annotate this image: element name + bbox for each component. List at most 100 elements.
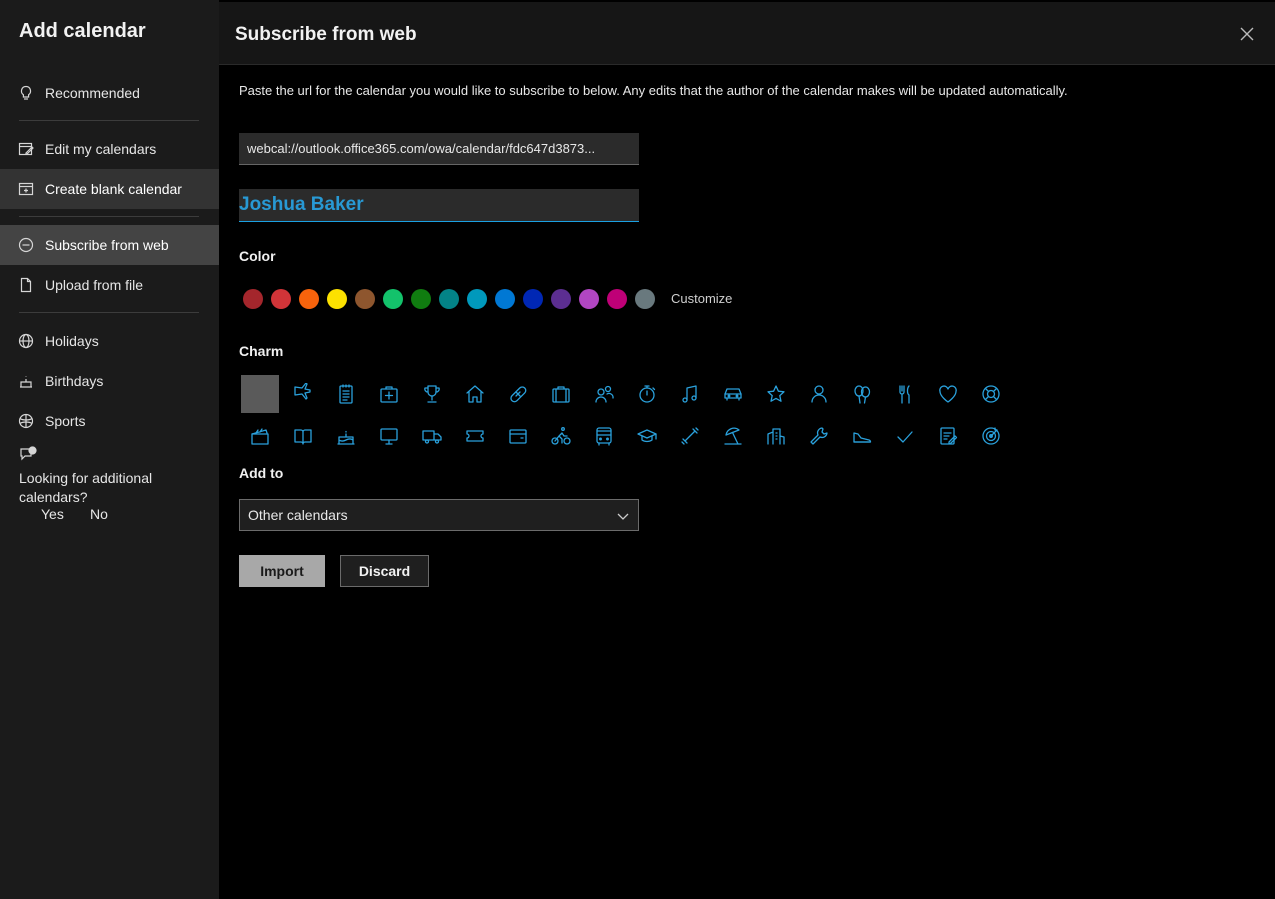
color-swatch[interactable] (411, 289, 431, 309)
charm-cyclist-icon[interactable] (542, 417, 580, 455)
color-swatch[interactable] (551, 289, 571, 309)
charm-balloons-icon[interactable] (843, 375, 881, 413)
color-swatch[interactable] (467, 289, 487, 309)
charm-bus-icon[interactable] (585, 417, 623, 455)
book-icon (294, 429, 312, 445)
charm-person-icon[interactable] (800, 375, 838, 413)
close-icon (1240, 27, 1254, 41)
file-icon (18, 277, 34, 293)
sidebar-item-upload-from-file[interactable]: Upload from file (0, 265, 219, 305)
graduation-cap-icon (637, 429, 657, 443)
lightbulb-icon (18, 85, 34, 101)
ball-icon (18, 413, 34, 429)
bus-icon (596, 427, 612, 446)
add-to-dropdown[interactable]: Other calendars (239, 499, 639, 531)
sidebar-item-label: Sports (45, 413, 86, 429)
charm-label: Charm (239, 343, 284, 359)
discard-button[interactable]: Discard (340, 555, 429, 587)
charm-checkmark-icon[interactable] (886, 417, 924, 455)
charm-clapperboard-icon[interactable] (241, 417, 279, 455)
charm-people-icon[interactable] (585, 375, 623, 413)
charm-star-icon[interactable] (757, 375, 795, 413)
import-button[interactable]: Import (239, 555, 325, 587)
color-swatch[interactable] (607, 289, 627, 309)
charm-lifebuoy-icon[interactable] (972, 375, 1010, 413)
color-swatch[interactable] (523, 289, 543, 309)
charm-target-icon[interactable] (972, 417, 1010, 455)
notepad-icon (339, 384, 353, 404)
charm-graduation-cap-icon[interactable] (628, 417, 666, 455)
dumbbell-icon (681, 427, 699, 445)
charm-none[interactable] (241, 375, 279, 413)
charm-truck-icon[interactable] (413, 417, 451, 455)
calendar-url-input[interactable]: webcal://outlook.office365.com/owa/calen… (239, 133, 639, 165)
color-swatch[interactable] (495, 289, 515, 309)
sidebar-item-edit-my-calendars[interactable]: Edit my calendars (0, 129, 219, 169)
main-panel: Subscribe from web Paste the url for the… (219, 0, 1275, 899)
sidebar-item-label: Birthdays (45, 373, 104, 389)
charm-notepad-icon[interactable] (327, 375, 365, 413)
sidebar-item-label: Holidays (45, 333, 99, 349)
charm-medical-bag-icon[interactable] (370, 375, 408, 413)
charm-bandage-icon[interactable] (499, 375, 537, 413)
color-swatch[interactable] (383, 289, 403, 309)
color-swatch[interactable] (243, 289, 263, 309)
sidebar-item-sports[interactable]: Sports (0, 401, 219, 441)
sneaker-icon (853, 432, 872, 443)
charm-home-icon[interactable] (456, 375, 494, 413)
charm-fork-knife-icon[interactable] (886, 375, 924, 413)
clapperboard-icon (251, 428, 269, 445)
charm-stopwatch-icon[interactable] (628, 375, 666, 413)
lifebuoy-icon (982, 385, 1000, 403)
color-swatch[interactable] (439, 289, 459, 309)
charm-wrench-icon[interactable] (800, 417, 838, 455)
charm-trophy-icon[interactable] (413, 375, 451, 413)
city-icon (767, 428, 785, 445)
charm-sneaker-icon[interactable] (843, 417, 881, 455)
charm-airplane-icon[interactable] (284, 375, 322, 413)
calendar-name-input[interactable]: Joshua Baker (239, 189, 639, 222)
charm-wallet-icon[interactable] (499, 417, 537, 455)
sidebar-item-birthdays[interactable]: Birthdays (0, 361, 219, 401)
charm-car-icon[interactable] (714, 375, 752, 413)
close-button[interactable] (1239, 26, 1255, 42)
charm-monitor-icon[interactable] (370, 417, 408, 455)
charm-ticket-icon[interactable] (456, 417, 494, 455)
color-swatch[interactable] (355, 289, 375, 309)
customize-color-link[interactable]: Customize (671, 291, 732, 306)
color-swatch[interactable] (271, 289, 291, 309)
charm-book-icon[interactable] (284, 417, 322, 455)
charm-birthday-cake-icon[interactable] (327, 417, 365, 455)
charm-heart-icon[interactable] (929, 375, 967, 413)
sidebar-item-create-blank-calendar[interactable]: Create blank calendar (0, 169, 219, 209)
edit-calendar-icon (18, 141, 34, 157)
sidebar-item-subscribe-from-web[interactable]: Subscribe from web (0, 225, 219, 265)
task-list-icon (940, 427, 958, 445)
charm-city-icon[interactable] (757, 417, 795, 455)
feedback-yes-link[interactable]: Yes (41, 506, 64, 522)
feedback-no-link[interactable]: No (90, 506, 108, 522)
color-swatch[interactable] (579, 289, 599, 309)
sidebar-item-recommended[interactable]: Recommended (0, 73, 219, 113)
charm-task-list-icon[interactable] (929, 417, 967, 455)
globe-link-icon (18, 237, 34, 253)
car-icon (724, 388, 742, 401)
trophy-icon (424, 385, 440, 403)
color-swatch[interactable] (635, 289, 655, 309)
page-title: Subscribe from web (235, 24, 417, 45)
color-swatch[interactable] (299, 289, 319, 309)
sidebar-item-holidays[interactable]: Holidays (0, 321, 219, 361)
charm-beach-icon[interactable] (714, 417, 752, 455)
sidebar-title: Add calendar (19, 20, 146, 42)
person-icon (811, 385, 827, 403)
charm-dumbbell-icon[interactable] (671, 417, 709, 455)
medical-bag-icon (380, 386, 398, 403)
charm-music-note-icon[interactable] (671, 375, 709, 413)
star-icon (767, 385, 785, 402)
charm-briefcase-icon[interactable] (542, 375, 580, 413)
add-to-label: Add to (239, 465, 284, 481)
color-swatch[interactable] (327, 289, 347, 309)
sidebar-item-label: Recommended (45, 85, 140, 101)
checkmark-icon (897, 431, 913, 443)
truck-icon (422, 430, 442, 444)
